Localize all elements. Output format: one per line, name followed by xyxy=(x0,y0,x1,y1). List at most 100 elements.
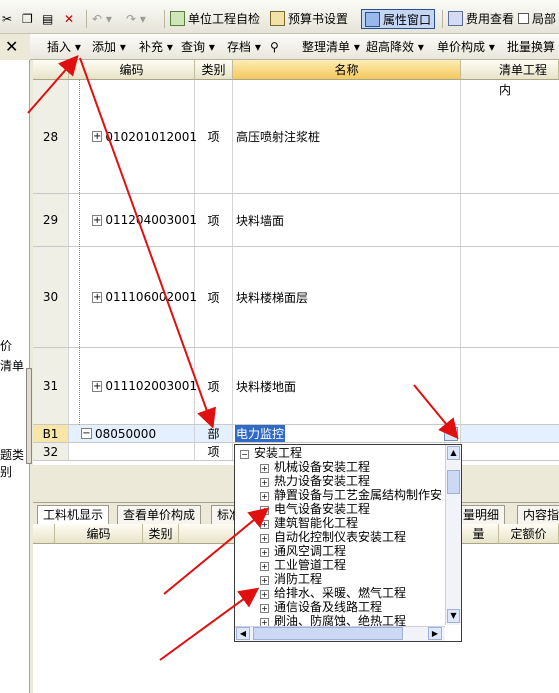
row-number: B1 xyxy=(33,425,69,442)
tree-item: + 建筑智能化工程 xyxy=(260,516,359,530)
type-cell: 项 xyxy=(195,194,233,246)
undo-icon[interactable]: ↶ ▾ xyxy=(92,9,112,29)
table-row[interactable]: 31 +011102003001 项 块料楼地面 xyxy=(33,348,559,425)
expand-icon[interactable]: + xyxy=(260,464,269,473)
scroll-up-icon[interactable]: ▲ xyxy=(447,446,460,460)
column-header-type[interactable]: 类别 xyxy=(195,60,233,80)
expand-icon[interactable]: + xyxy=(260,478,269,487)
column-header-code[interactable]: 编码 xyxy=(69,60,195,80)
redo-icon[interactable]: ↷ ▾ xyxy=(126,9,146,29)
scroll-down-icon[interactable]: ▼ xyxy=(447,609,460,623)
bottom-header-code[interactable]: 编码 xyxy=(55,524,143,544)
expand-icon[interactable]: + xyxy=(260,520,269,529)
code-cell xyxy=(69,443,195,460)
vertical-scrollbar[interactable]: ▲ ▼ xyxy=(445,445,461,625)
scroll-right-icon[interactable]: ▶ xyxy=(428,627,442,640)
scroll-left-icon[interactable]: ◀ xyxy=(236,627,250,640)
scroll-thumb[interactable] xyxy=(447,470,460,494)
tree-item: + 自动化控制仪表安装工程 xyxy=(260,530,407,544)
check-table-icon xyxy=(170,11,185,26)
scroll-thumb-horizontal[interactable] xyxy=(253,627,403,640)
cost-icon xyxy=(448,11,463,26)
property-window-button[interactable]: 属性窗口 xyxy=(361,9,436,29)
name-edit-input[interactable]: 电力监控 xyxy=(235,425,286,442)
tree-item: + 静置设备与工艺金属结构制作安 xyxy=(260,488,443,502)
copy-icon[interactable]: ❐ xyxy=(22,9,33,29)
partial-checkbox[interactable]: 局部 xyxy=(518,9,556,29)
row-number: 32 xyxy=(33,443,69,460)
tree-item: + 电气设备安装工程 xyxy=(260,502,371,516)
code-cell: −08050000 xyxy=(69,425,195,442)
table-row[interactable]: 30 +011106002001 项 块料楼梯面层 xyxy=(33,247,559,348)
name-cell[interactable]: 高压喷射注浆桩 xyxy=(233,80,461,193)
menu-supplement[interactable]: 补充 ▾ xyxy=(139,38,173,56)
horizontal-scrollbar[interactable]: ◀ ▶ xyxy=(235,626,445,641)
expand-icon[interactable]: + xyxy=(260,506,269,515)
expand-icon[interactable]: + xyxy=(260,604,269,613)
table-row[interactable]: 28 +010201012001 项 高压喷射注浆桩 xyxy=(33,80,559,194)
menu-archive[interactable]: 存档 ▾ xyxy=(227,38,261,56)
bottom-header-quantity[interactable]: 量 xyxy=(459,524,499,544)
name-cell[interactable]: 块料楼梯面层 xyxy=(233,247,461,347)
bottom-row-number-header xyxy=(33,524,55,544)
tree-guide-line xyxy=(79,80,80,425)
left-label-category: 题类别 xyxy=(0,448,25,479)
expand-icon[interactable]: + xyxy=(92,214,103,226)
tree-item: + 通信设备及线路工程 xyxy=(260,600,383,614)
left-splitter[interactable] xyxy=(26,368,32,464)
menu-add[interactable]: 添加 ▾ xyxy=(92,38,126,56)
name-cell[interactable]: 块料楼地面 xyxy=(233,348,461,424)
tree-item: + 给排水、采暖、燃气工程 xyxy=(260,586,407,600)
left-label-price: 价 xyxy=(0,339,13,353)
code-cell: +010201012001 xyxy=(69,80,197,193)
tab-unit-price[interactable]: 查看单价构成 xyxy=(117,505,202,524)
tab-content[interactable]: 内容指 xyxy=(517,505,559,524)
close-icon[interactable]: ✕ xyxy=(5,37,18,56)
expand-icon[interactable]: + xyxy=(260,492,269,501)
left-panel: 价 清单 题类别 xyxy=(0,60,32,693)
row-number: 30 xyxy=(33,247,69,347)
collapse-icon[interactable]: − xyxy=(81,428,92,439)
expand-icon[interactable]: + xyxy=(260,534,269,543)
tree-item: + 消防工程 xyxy=(260,572,323,586)
collapse-icon[interactable]: − xyxy=(240,450,249,459)
expand-icon[interactable]: + xyxy=(260,562,269,571)
column-header-name[interactable]: 名称 xyxy=(233,60,461,80)
expand-icon[interactable]: + xyxy=(92,380,103,392)
menu-super-high[interactable]: 超高降效 ▾ xyxy=(366,38,424,56)
menu-batch-convert[interactable]: 批量换算 xyxy=(507,38,555,56)
table-row-selected[interactable]: B1 −08050000 部 电力监控 ▾ xyxy=(33,425,559,443)
delete-icon[interactable]: ✕ xyxy=(64,9,74,29)
tab-quantity-detail[interactable]: 量明细 xyxy=(457,505,506,524)
tab-labor-material[interactable]: 工料机显示 xyxy=(37,505,110,524)
row-number: 28 xyxy=(33,80,69,193)
bottom-header-quota-price[interactable]: 定额价 xyxy=(499,524,559,544)
dropdown-button[interactable]: ▾ xyxy=(444,427,458,441)
name-cell[interactable]: 块料墙面 xyxy=(233,194,461,246)
find-icon[interactable]: ⚲ xyxy=(270,38,279,56)
menu-query[interactable]: 查询 ▾ xyxy=(181,38,215,56)
cost-view-button[interactable]: 费用查看 xyxy=(448,9,514,29)
code-cell: +011106002001 xyxy=(69,247,197,347)
expand-icon[interactable]: + xyxy=(260,590,269,599)
menu-organize-list[interactable]: 整理清单 ▾ xyxy=(302,38,360,56)
bottom-header-type[interactable]: 类别 xyxy=(143,524,179,544)
column-header-content[interactable]: 清单工程内 xyxy=(461,60,559,97)
expand-icon[interactable]: + xyxy=(92,291,103,303)
paste-icon[interactable]: ▤ xyxy=(42,9,53,29)
type-cell: 项 xyxy=(195,443,233,460)
unit-check-button[interactable]: 单位工程自检 xyxy=(170,9,260,29)
expand-icon[interactable]: + xyxy=(260,548,269,557)
type-cell: 部 xyxy=(195,425,233,442)
budget-settings-button[interactable]: 预算书设置 xyxy=(270,9,348,29)
row-number-header xyxy=(33,60,69,80)
settings-icon xyxy=(270,11,285,26)
expand-icon[interactable]: + xyxy=(260,576,269,585)
menu-insert[interactable]: 插入 ▾ xyxy=(47,38,81,56)
menu-unit-price[interactable]: 单价构成 ▾ xyxy=(437,38,495,56)
table-row[interactable]: 29 +011204003001 项 块料墙面 xyxy=(33,194,559,247)
name-edit-cell[interactable]: 电力监控 ▾ xyxy=(233,425,461,442)
expand-icon[interactable]: + xyxy=(92,131,103,142)
category-dropdown[interactable]: − 安装工程 + 机械设备安装工程 + 热力设备安装工程 + 静置设备与工艺金属结构制作… xyxy=(234,444,462,642)
cut-icon[interactable]: ✂ xyxy=(2,9,12,29)
